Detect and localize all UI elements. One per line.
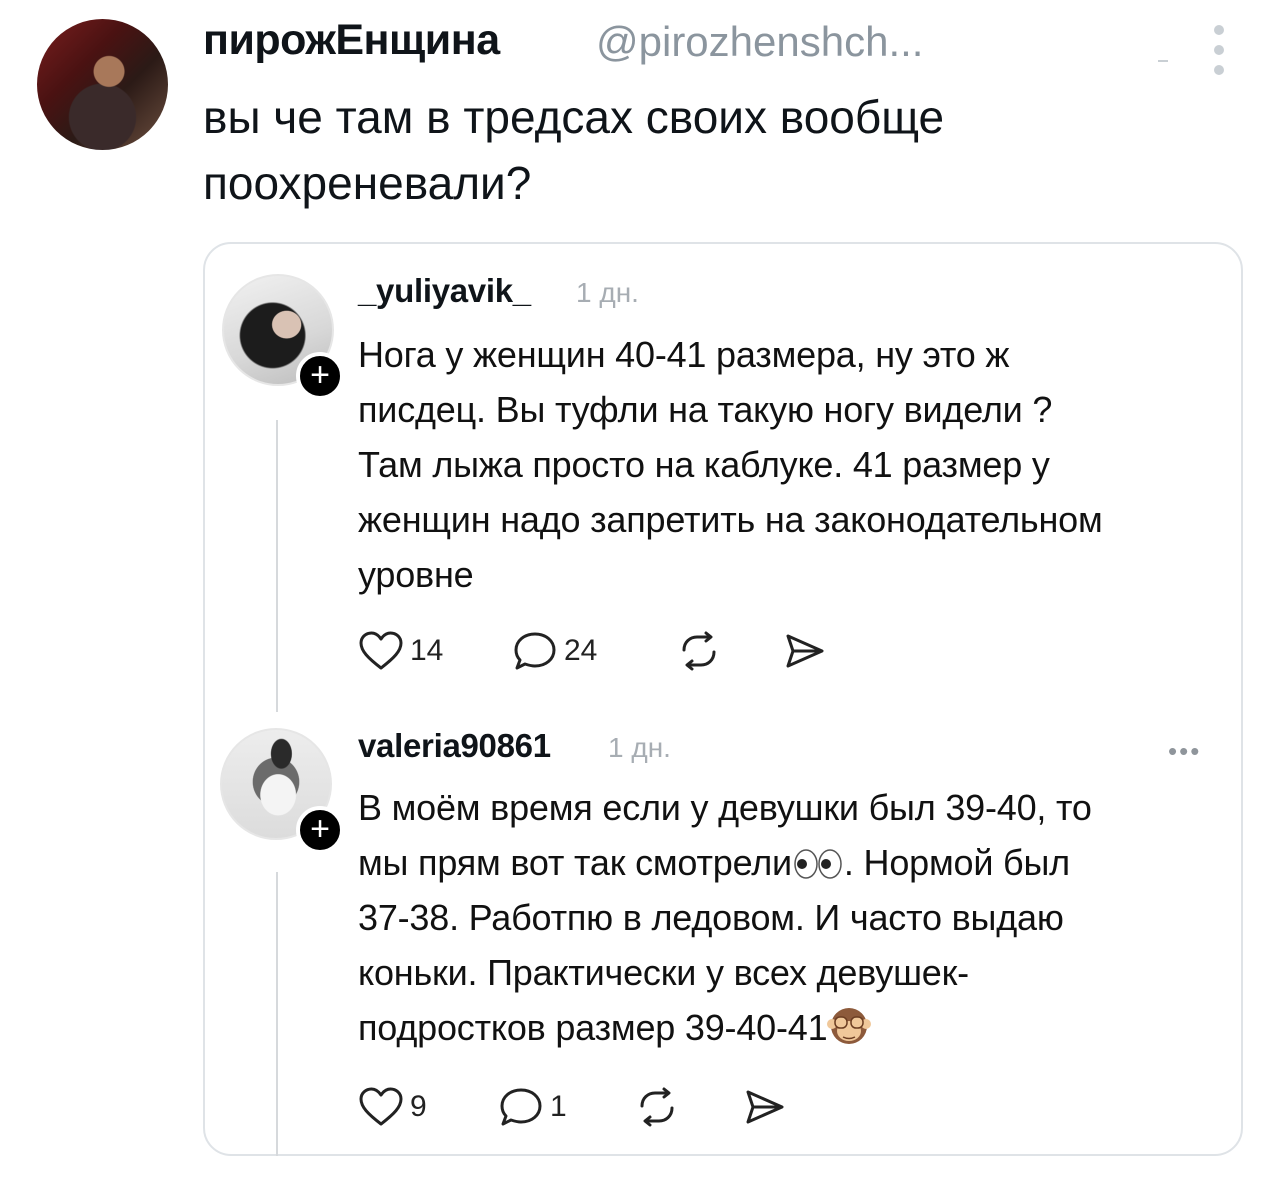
reply-text: Нога у женщин 40-41 размера, ну это ж пи… (358, 327, 1218, 602)
heart-icon (359, 631, 403, 670)
reply-username[interactable]: valeria90861 (358, 727, 551, 765)
reply-text-line: подростков размер 39-40-41 (358, 1000, 1218, 1055)
like-button[interactable]: 9 (358, 1086, 427, 1128)
follow-plus-button[interactable]: + (296, 352, 344, 400)
like-count: 14 (410, 634, 444, 667)
see-no-evil-monkey-icon (827, 1008, 872, 1044)
thread-line (276, 872, 278, 1156)
repost-icon (682, 631, 716, 671)
reply-text-line: мы прям вот так смотрели . Нормой был (358, 835, 1218, 890)
reply-text-line: уровне (358, 554, 474, 595)
follow-plus-button[interactable]: + (296, 806, 344, 854)
tweet-text-line: поохреневали? (203, 157, 532, 209)
reply-text-segment: . Нормой был (843, 842, 1070, 883)
comment-count: 1 (550, 1090, 567, 1123)
thread-line (276, 420, 278, 712)
reply-username[interactable]: _yuliyavik_ (358, 272, 531, 310)
divider (1158, 60, 1168, 62)
share-button[interactable] (782, 630, 828, 672)
send-icon (746, 1090, 784, 1124)
reply-text-segment: мы прям вот так смотрели (358, 842, 792, 883)
comment-button[interactable]: 1 (498, 1086, 567, 1128)
comment-bubble-icon (514, 632, 556, 670)
more-vertical-icon[interactable] (1208, 25, 1230, 75)
reply-text-line: писдец. Вы туфли на такую ногу видели ? (358, 389, 1053, 430)
repost-icon (640, 1087, 674, 1127)
repost-button[interactable] (676, 630, 722, 672)
tweet-text: вы че там в тредсах своих вообще поохрен… (203, 84, 1203, 216)
eyes-emoji-icon (794, 849, 842, 879)
like-button[interactable]: 14 (358, 630, 443, 672)
reply-text-line: Нога у женщин 40-41 размера, ну это ж (358, 334, 1010, 375)
share-button[interactable] (742, 1086, 788, 1128)
repost-button[interactable] (634, 1086, 680, 1128)
reply-text: В моём время если у девушки был 39-40, т… (358, 780, 1218, 1055)
like-count: 9 (410, 1090, 427, 1123)
comment-bubble-icon (500, 1088, 542, 1126)
reply-text-line: женщин надо запретить на законодательном (358, 499, 1103, 540)
reply-timestamp: 1 дн. (576, 277, 639, 308)
reply-text-line: Там лыжа просто на каблуке. 41 размер у (358, 444, 1050, 485)
reply-text-line: коньки. Практически у всех девушек- (358, 952, 969, 993)
more-horizontal-icon[interactable]: ••• (1168, 736, 1201, 767)
comment-count: 24 (564, 634, 598, 667)
reply-text-line: 37-38. Работпю в ледовом. И часто выдаю (358, 897, 1064, 938)
tweet-text-line: вы че там в тредсах своих вообще (203, 91, 945, 143)
author-avatar[interactable] (37, 19, 168, 150)
reply-text-line: В моём время если у девушки был 39-40, т… (358, 787, 1092, 828)
reply-text-segment: подростков размер 39-40-41 (358, 1007, 828, 1048)
comment-button[interactable]: 24 (512, 630, 597, 672)
send-icon (786, 634, 824, 668)
reply-timestamp: 1 дн. (608, 732, 671, 763)
heart-icon (359, 1087, 403, 1126)
author-name[interactable]: пирожЕнщина (203, 16, 500, 65)
author-handle[interactable]: @pirozhenshch... (596, 18, 923, 66)
